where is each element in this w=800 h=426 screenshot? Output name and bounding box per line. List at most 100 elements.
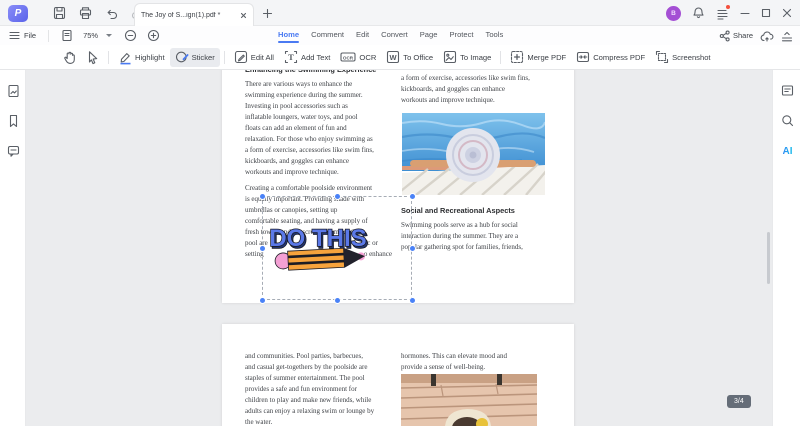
select-tool-button[interactable] [81,48,104,67]
hand-tool-button[interactable] [57,48,81,67]
pdf-text-line: staples of summer entertainment. The poo… [245,374,365,382]
zoom-in-button[interactable] [147,29,160,42]
resize-handle-w[interactable] [259,245,265,251]
menu-bar: File 75% Home Comment Edit Convert Page … [0,26,800,45]
to-office-label: To Office [403,52,434,62]
undo-button[interactable] [102,4,120,22]
notifications-bell-icon[interactable] [692,6,705,20]
svg-text:T: T [288,52,294,62]
comments-panel-button[interactable] [6,143,21,158]
section-heading-clipped: Enhancing the Swimming Experience [245,70,376,74]
pdf-text-line: Investing in pool accessories such as [245,102,348,110]
page-indicator-badge: 3/4 [727,395,751,408]
zoom-level-value[interactable]: 75% [83,31,98,40]
tab-tools[interactable]: Tools [484,29,506,42]
ai-assistant-button[interactable]: AI [780,144,795,159]
to-office-button[interactable]: W To Office [381,48,438,67]
annotations-panel-button[interactable] [780,83,795,98]
resize-handle-se[interactable] [409,297,415,303]
tab-page[interactable]: Page [418,29,440,42]
pdf-text-line: the water. [245,418,273,426]
document-tab[interactable]: The Joy of S...ign(1).pdf * [134,3,254,26]
whats-new-icon[interactable] [716,4,730,20]
highlight-button[interactable]: Highlight [113,48,170,67]
highlight-label: Highlight [135,52,165,62]
compress-pdf-button[interactable]: Compress PDF [571,48,650,67]
notification-dot [726,4,730,9]
pdf-text-line: swimming experience during the summer. [245,91,363,99]
tab-convert[interactable]: Convert [379,29,410,42]
resize-handle-ne[interactable] [409,193,415,199]
resize-handle-nw[interactable] [259,193,265,199]
share-button[interactable]: Share [719,30,753,42]
poolside-photo [401,374,537,426]
resize-handle-n[interactable] [334,193,340,199]
tab-close-icon[interactable] [240,12,247,19]
cloud-upload-icon[interactable] [760,30,774,42]
tab-protect[interactable]: Protect [447,29,475,42]
screenshot-label: Screenshot [672,52,711,62]
user-avatar[interactable]: B [666,5,681,21]
page-view-icon[interactable] [61,29,73,42]
maximize-button[interactable] [761,8,771,18]
file-menu[interactable]: File [9,31,36,40]
ocr-button[interactable]: OCR OCR [335,48,381,67]
resize-handle-sw[interactable] [259,297,265,303]
vertical-scrollbar[interactable] [767,232,770,284]
to-image-button[interactable]: To Image [438,48,496,67]
svg-text:W: W [390,53,398,62]
bookmark-icon [9,114,18,127]
close-button[interactable] [782,8,792,18]
pdf-text-line: There are various ways to enhance the [245,80,353,88]
merge-pdf-button[interactable]: Merge PDF [505,48,571,67]
pdf-text-line: a form of exercise, accessories like swi… [401,74,530,82]
add-text-button[interactable]: T Add Text [279,48,335,67]
tab-home[interactable]: Home [276,29,301,43]
edit-all-button[interactable]: Edit All [229,48,279,67]
document-workspace: Enhancing the Swimming Experience There … [0,70,800,426]
search-icon [782,115,794,127]
save-button[interactable] [50,4,68,22]
highlight-icon [120,52,131,64]
pdf-text-line: adults can enjoy a relaxing swim or loun… [245,407,375,415]
right-panel-rail: AI [772,70,800,426]
pdf-text-line: and communities. Pool parties, barbecues… [245,352,363,360]
pdf-text-line: hormones. This can elevate mood and [401,352,508,360]
resize-handle-e[interactable] [409,245,415,251]
hamburger-icon [9,31,20,40]
app-logo-icon: P [8,4,28,22]
resize-handle-s[interactable] [334,297,340,303]
tab-title: The Joy of S...ign(1).pdf * [141,11,221,19]
file-menu-label: File [24,31,37,40]
bookmarks-panel-button[interactable] [6,113,21,128]
ocr-label: OCR [359,52,377,62]
zoom-dropdown-icon[interactable] [106,34,113,37]
pdf-text-line: floats can add an element of fun and [245,124,347,132]
new-tab-button[interactable] [258,4,276,22]
pdf-text-line: relaxation. For those who enjoy swimming… [245,135,373,143]
to-image-label: To Image [460,52,492,62]
minimize-button[interactable] [740,8,750,18]
search-panel-button[interactable] [780,113,795,128]
pdf-text-line: interaction during the summer. They are … [401,232,519,240]
screenshot-button[interactable]: Screenshot [650,48,715,67]
edit-all-label: Edit All [250,52,274,62]
sticker-button[interactable]: Sticker [169,47,220,67]
tab-comment[interactable]: Comment [309,29,346,42]
collapse-toolbar-icon[interactable] [781,30,793,42]
toolbar: Highlight Sticker Edit All T Add Text OC… [0,45,800,70]
tab-edit[interactable]: Edit [354,29,371,42]
pdf-text-line: inflatable loungers, water toys, and poo… [245,113,358,121]
pdf-text-line: workouts and improve technique. [401,96,495,104]
print-button[interactable] [76,4,94,22]
sticker-selection-box[interactable] [262,196,412,300]
merge-pdf-icon [511,50,524,64]
to-image-icon [444,50,457,64]
pdf-text-line: provides a safe and fun environment for [245,385,357,393]
svg-text:OCR: OCR [343,55,354,60]
thumbnails-panel-button[interactable] [6,83,21,98]
pdf-text-line: Swimming pools serve as a hub for social [401,221,518,229]
section-heading: Social and Recreational Aspects [401,206,515,215]
add-text-icon: T [284,50,298,64]
zoom-out-button[interactable] [124,29,137,42]
